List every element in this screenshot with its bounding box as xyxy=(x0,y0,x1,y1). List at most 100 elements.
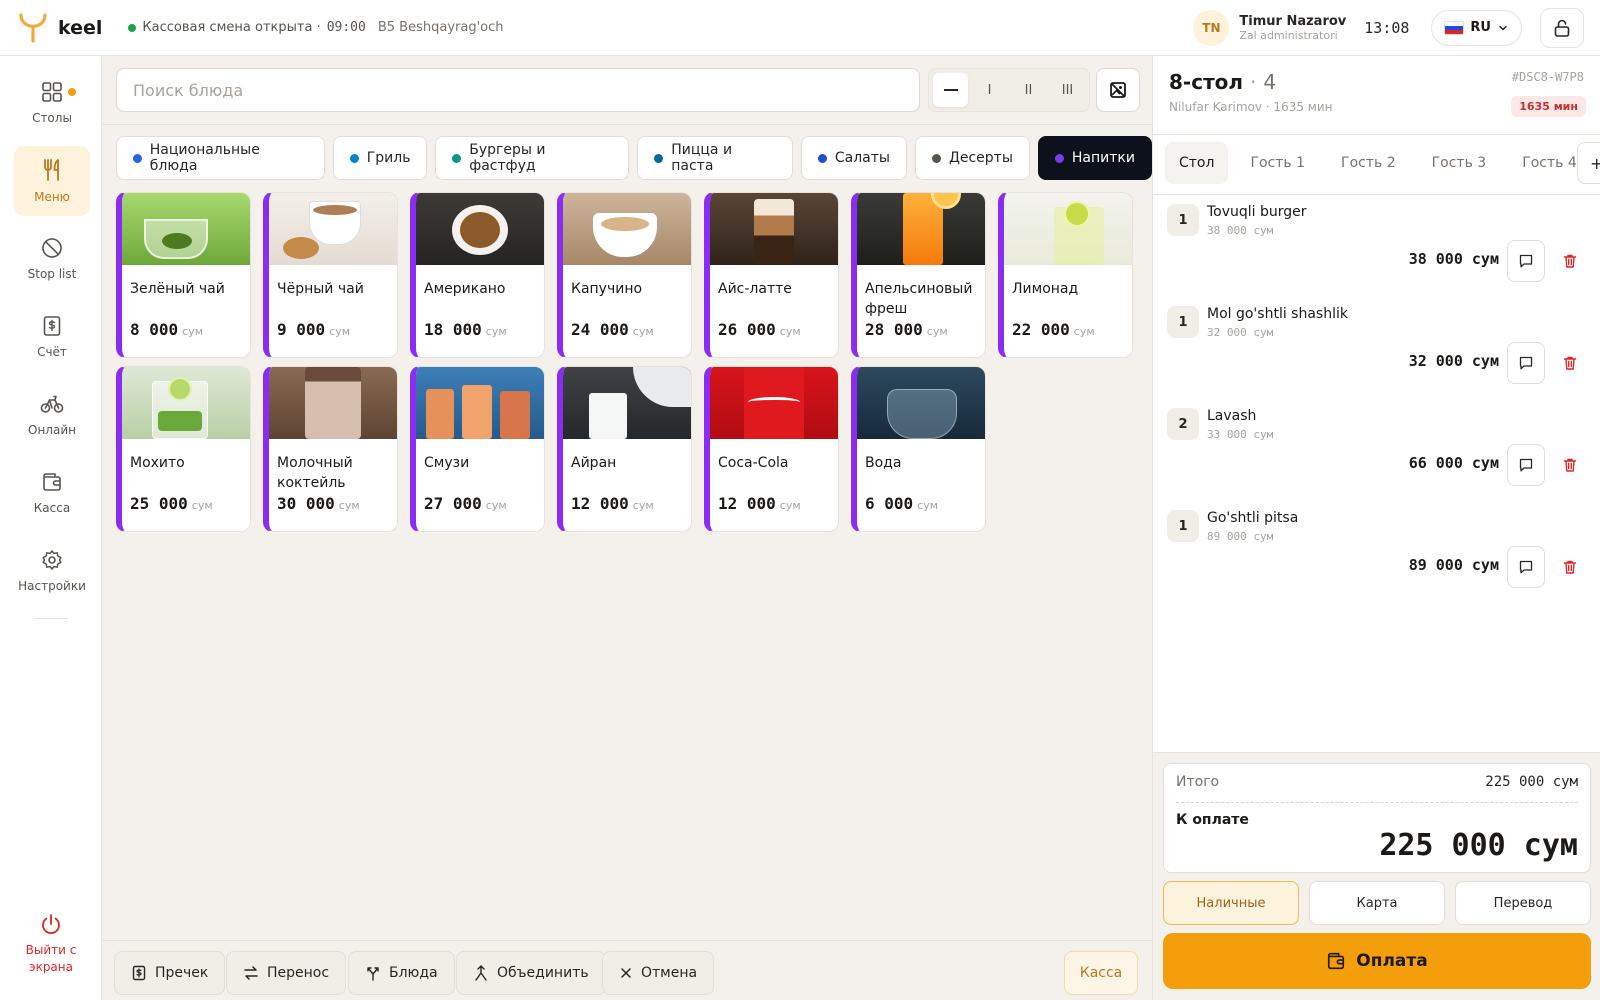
tab-guest-2[interactable]: Гость 2 xyxy=(1327,142,1410,184)
kassa-button[interactable]: Касса xyxy=(1064,951,1138,995)
item-total: 66 000 сум xyxy=(1408,454,1499,472)
menu-item-card[interactable]: Капучино 24 000 сум xyxy=(557,192,692,358)
menu-item-price: 25 000 сум xyxy=(130,494,213,513)
user-name: Timur Nazarov xyxy=(1239,13,1347,29)
lock-screen-button[interactable] xyxy=(1540,7,1584,48)
add-guest-button[interactable]: + xyxy=(1577,142,1600,184)
item-name: Tovuqli burger xyxy=(1207,204,1307,220)
item-unit-price: 38 000 сум xyxy=(1207,224,1274,237)
category-drinks[interactable]: Напитки xyxy=(1037,136,1152,180)
category-label: Салаты xyxy=(834,150,890,166)
sidebar-item-label: Онлайн xyxy=(28,423,76,437)
comment-button[interactable] xyxy=(1507,444,1545,486)
trash-icon xyxy=(1563,254,1577,268)
sidebar-item-tables[interactable]: Столы xyxy=(14,68,90,138)
bicycle-icon xyxy=(40,395,64,413)
pay-method-card[interactable]: Карта xyxy=(1309,881,1445,925)
pay-button[interactable]: Оплата xyxy=(1163,933,1591,989)
menu-item-card[interactable]: Смузи 27 000 сум xyxy=(410,366,545,532)
item-name: Mol go'shtli shashlik xyxy=(1207,306,1348,322)
transfer-button[interactable]: Перенос xyxy=(226,951,347,995)
logout-button[interactable]: Выйти с экрана xyxy=(10,912,92,976)
pay-method-transfer[interactable]: Перевод xyxy=(1455,881,1591,925)
category-burgers[interactable]: Бургеры и фастфуд xyxy=(435,136,630,180)
category-dot xyxy=(1054,153,1064,163)
tab-table[interactable]: Стол xyxy=(1165,142,1229,184)
notification-badge xyxy=(68,88,76,96)
tab-guest-1[interactable]: Гость 1 xyxy=(1236,142,1319,184)
comment-button[interactable] xyxy=(1507,240,1545,282)
pay-method-cash[interactable]: Наличные xyxy=(1163,881,1299,925)
order-item: 1 Go'shtli pitsa 89 000 сум 89 000 сум xyxy=(1167,510,1587,606)
card-size-selector: I II III xyxy=(928,68,1090,112)
close-icon xyxy=(621,968,631,978)
menu-item-name: Айс-латте xyxy=(718,281,792,297)
item-quantity[interactable]: 1 xyxy=(1167,204,1199,236)
category-desserts[interactable]: Десерты xyxy=(914,136,1030,180)
language-selector[interactable]: RU xyxy=(1431,9,1522,46)
delete-button[interactable] xyxy=(1553,546,1587,588)
size-option-compact[interactable] xyxy=(933,73,968,107)
menu-item-name: Лимонад xyxy=(1012,281,1079,297)
sidebar-item-online[interactable]: Онлайн xyxy=(14,380,90,450)
menu-item-name: Зелёный чай xyxy=(130,281,225,297)
sidebar-item-cashbox[interactable]: Касса xyxy=(14,458,90,528)
menu-item-card[interactable]: Молочный коктейль 30 000 сум xyxy=(263,366,398,532)
menu-item-card[interactable]: Айран 12 000 сум xyxy=(557,366,692,532)
menu-item-card[interactable]: Лимонад 22 000 сум xyxy=(998,192,1133,358)
size-option-1[interactable]: I xyxy=(972,73,1007,107)
menu-item-card[interactable]: Чёрный чай 9 000 сум xyxy=(263,192,398,358)
item-quantity[interactable]: 1 xyxy=(1167,510,1199,542)
category-grill[interactable]: Гриль xyxy=(332,136,428,180)
logo: keel xyxy=(18,12,102,44)
item-unit-price: 32 000 сум xyxy=(1207,326,1274,339)
message-icon xyxy=(1519,458,1533,472)
category-tabs: Национальные блюда Гриль Бургеры и фастф… xyxy=(116,136,1152,180)
amount-due-value: 225 000 сум xyxy=(1379,828,1578,863)
tab-guest-3[interactable]: Гость 3 xyxy=(1418,142,1501,184)
image-toggle-button[interactable] xyxy=(1096,68,1140,112)
divider xyxy=(102,124,1152,125)
action-bar: Пречек Перенос Блюда Объединить Отмена К… xyxy=(102,940,1152,1000)
ban-icon xyxy=(42,238,62,258)
delete-button[interactable] xyxy=(1553,444,1587,486)
delete-button[interactable] xyxy=(1553,240,1587,282)
divider xyxy=(1153,134,1600,135)
menu-item-card[interactable]: Айс-латте 26 000 сум xyxy=(704,192,839,358)
sidebar-item-label: Счёт xyxy=(37,345,67,359)
category-pizza[interactable]: Пицца и паста xyxy=(637,136,793,180)
comment-button[interactable] xyxy=(1507,546,1545,588)
sidebar-item-settings[interactable]: Настройки xyxy=(14,536,90,606)
menu-item-card[interactable]: Американо 18 000 сум xyxy=(410,192,545,358)
delete-button[interactable] xyxy=(1553,342,1587,384)
category-salads[interactable]: Салаты xyxy=(800,136,907,180)
sidebar-item-label: Столы xyxy=(32,111,72,125)
user-role: Zal administratori xyxy=(1239,28,1338,42)
menu-item-card[interactable]: Зелёный чай 8 000 сум xyxy=(116,192,251,358)
precheck-button[interactable]: Пречек xyxy=(114,951,226,995)
trash-icon xyxy=(1563,356,1577,370)
menu-item-card[interactable]: Мохито 25 000 сум xyxy=(116,366,251,532)
item-quantity[interactable]: 2 xyxy=(1167,408,1199,440)
size-option-2[interactable]: II xyxy=(1011,73,1046,107)
sidebar-item-bill[interactable]: Счёт xyxy=(14,302,90,372)
menu-item-name: Американо xyxy=(424,281,506,297)
cancel-button[interactable]: Отмена xyxy=(602,951,715,995)
search-input[interactable]: Поиск блюда xyxy=(116,68,920,112)
sidebar-item-menu[interactable]: Меню xyxy=(14,146,90,216)
item-total: 89 000 сум xyxy=(1408,556,1499,574)
menu-item-card[interactable]: Coca-Cola 12 000 сум xyxy=(704,366,839,532)
shift-status-dot xyxy=(128,23,137,32)
item-quantity[interactable]: 1 xyxy=(1167,306,1199,338)
size-option-3[interactable]: III xyxy=(1050,73,1085,107)
avatar[interactable]: TN xyxy=(1193,9,1230,46)
comment-button[interactable] xyxy=(1507,342,1545,384)
menu-item-card[interactable]: Вода 6 000 сум xyxy=(851,366,986,532)
menu-item-card[interactable]: Апельсиновый фреш 28 000 сум xyxy=(851,192,986,358)
menu-item-name: Мохито xyxy=(130,455,185,471)
sidebar-item-stop-list[interactable]: Stop list xyxy=(14,224,90,294)
table-name: 8-стол xyxy=(1169,70,1244,94)
merge-button[interactable]: Объединить xyxy=(456,951,606,995)
category-national[interactable]: Национальные блюда xyxy=(116,136,325,180)
dishes-button[interactable]: Блюда xyxy=(348,951,455,995)
